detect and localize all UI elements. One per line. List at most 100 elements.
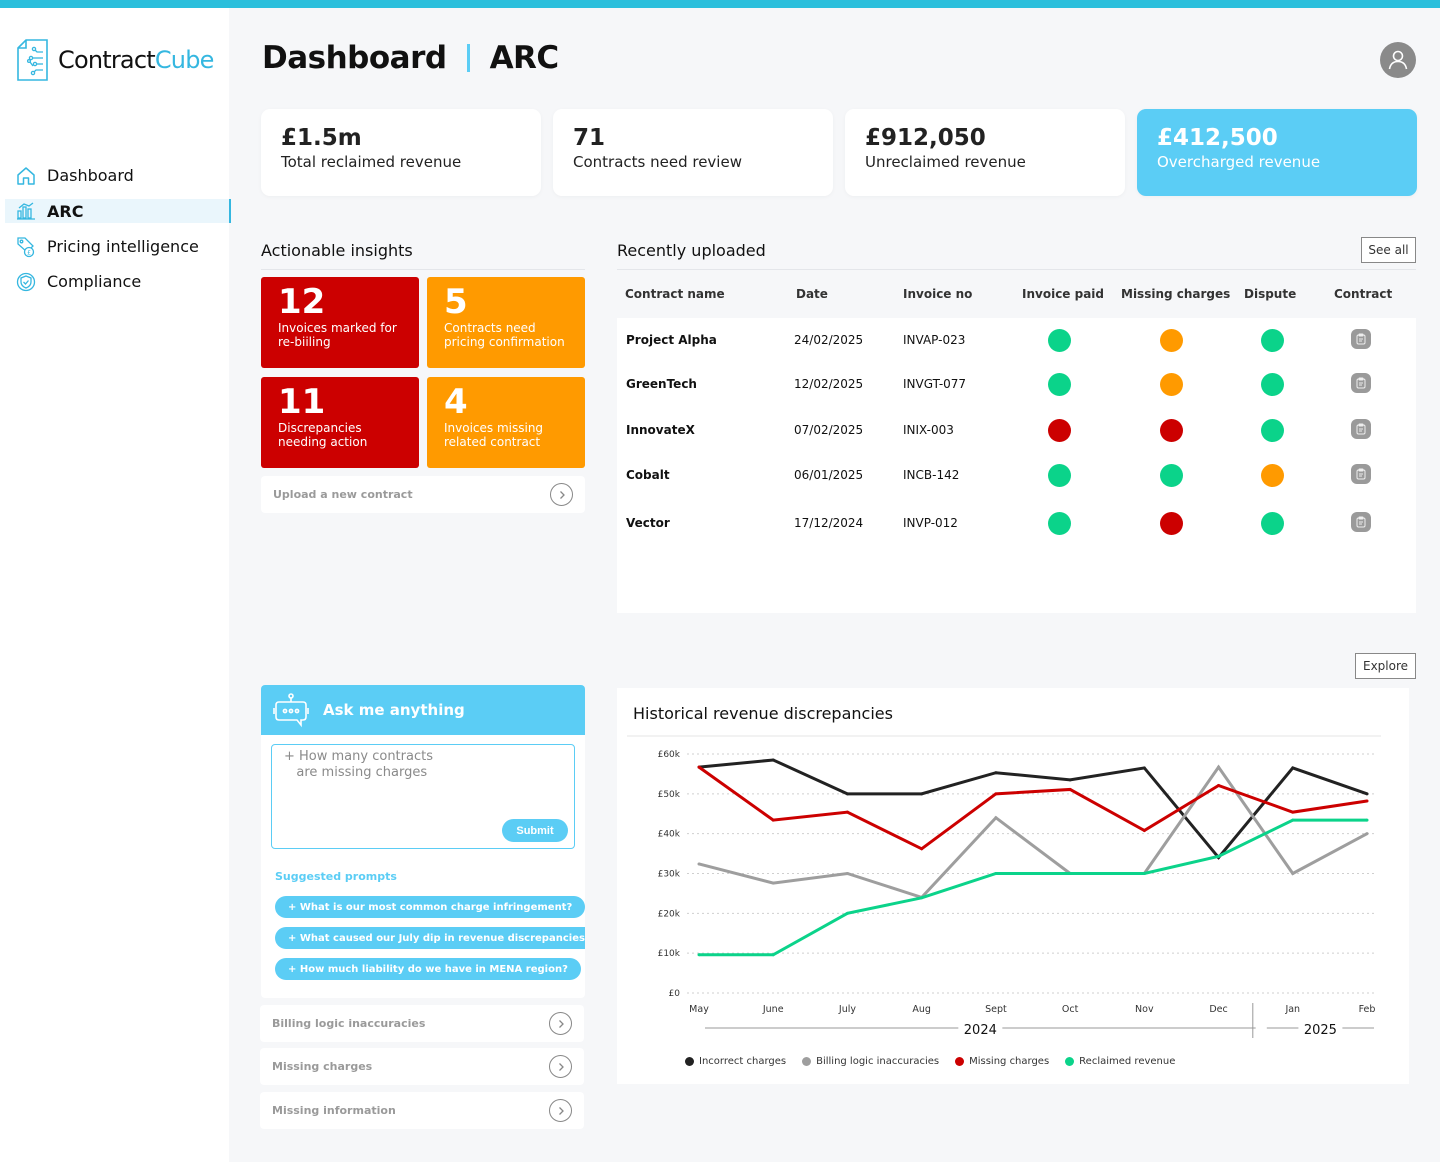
price-tag-icon: £ [16,236,36,257]
series-line-reclaimed-revenue [699,818,1367,957]
x-tick-label: Feb [1359,1004,1376,1015]
sidebar-nav: Dashboard ARC £ Pricing intelligence Com… [0,158,231,299]
y-tick-label: £60k [658,750,681,760]
table-row[interactable]: Vector 17/12/2024 INVP-012 [617,512,1416,536]
kpi-contracts-review[interactable]: 71 Contracts need review [553,109,833,196]
suggested-prompt-chip[interactable]: + How much liability do we have in MENA … [275,958,581,980]
legend-swatch [955,1057,965,1066]
legend-label: Missing charges [969,1056,1050,1067]
kpi-label: Total reclaimed revenue [281,153,462,171]
data-point-missing-charges [771,818,775,822]
x-tick-label: Oct [1062,1004,1079,1015]
ask-header: Ask me anything [261,685,585,735]
suggested-prompt-chip[interactable]: + What caused our July dip in revenue di… [275,927,585,949]
contract-document-icon[interactable] [1351,373,1371,393]
x-tick-label: July [838,1004,856,1015]
col-dispute[interactable]: Dispute [1244,287,1296,301]
cell-date: 24/02/2025 [794,333,864,347]
table-row[interactable]: GreenTech 12/02/2025 INVGT-077 [617,373,1416,397]
cell-invoice-no: INVAP-023 [903,333,966,347]
tile-pricing-confirmation[interactable]: 5 Contracts need pricing confirmation [427,277,585,368]
data-point-missing-charges [1068,787,1072,791]
sidebar-item-pricing-intelligence[interactable]: £ Pricing intelligence [0,229,229,264]
avatar[interactable] [1380,42,1416,78]
data-point-reclaimed-revenue [845,911,849,915]
data-point-billing-logic-inaccuracies [1291,872,1295,875]
tile-number: 5 [444,282,468,322]
sidebar-item-arc[interactable]: ARC [5,199,231,223]
category-missing-information[interactable]: Missing information [260,1092,584,1129]
cell-contract-name: Vector [626,516,670,530]
upload-contract-label: Upload a new contract [273,488,413,501]
contract-document-icon[interactable] [1351,419,1371,439]
data-point-incorrect-charges [1068,778,1072,782]
sidebar-item-dashboard[interactable]: Dashboard [0,158,229,193]
y-tick-label: £10k [658,949,681,959]
col-contract[interactable]: Contract [1334,287,1392,301]
ask-title: Ask me anything [323,701,465,719]
legend-item[interactable]: Billing logic inaccuracies [802,1056,939,1067]
data-point-billing-logic-inaccuracies [1217,765,1221,769]
kpi-unreclaimed[interactable]: £912,050 Unreclaimed revenue [845,109,1125,196]
legend-label: Reclaimed revenue [1079,1056,1176,1067]
data-point-missing-charges [1365,799,1369,803]
col-contract-name[interactable]: Contract name [625,287,725,301]
table-row[interactable]: Project Alpha 24/02/2025 INVAP-023 [617,329,1416,353]
data-point-incorrect-charges [1142,766,1146,770]
legend-item[interactable]: Missing charges [955,1056,1049,1067]
legend-item[interactable]: Incorrect charges [685,1056,786,1067]
contract-document-icon[interactable] [1351,464,1371,484]
cell-date: 07/02/2025 [794,423,864,437]
legend-swatch [685,1057,694,1066]
see-all-button[interactable]: See all [1361,237,1416,263]
col-date[interactable]: Date [796,287,828,301]
status-dispute [1261,419,1284,442]
legend-item[interactable]: Reclaimed revenue [1065,1056,1175,1067]
kpi-total-reclaimed[interactable]: £1.5m Total reclaimed revenue [261,109,541,196]
status-dispute [1261,464,1284,487]
contract-document-icon[interactable] [1351,512,1371,532]
col-invoice-no[interactable]: Invoice no [903,287,972,301]
status-invoice-paid [1048,464,1071,487]
suggested-prompt-chip[interactable]: + What is our most common charge infring… [275,896,585,918]
cell-contract-name: Cobalt [626,468,670,482]
kpi-label: Contracts need review [573,153,742,171]
upload-contract-link[interactable]: Upload a new contract [261,476,585,513]
kpi-value: 71 [573,125,606,151]
x-tick-label: Jan [1284,1004,1300,1015]
explore-button[interactable]: Explore [1355,653,1416,679]
chevron-right-icon [549,1012,572,1035]
data-point-incorrect-charges [994,771,998,775]
category-billing-logic[interactable]: Billing logic inaccuracies [260,1005,584,1042]
table-row[interactable]: Cobalt 06/01/2025 INCB-142 [617,464,1416,488]
col-missing-charges[interactable]: Missing charges [1121,287,1230,301]
page-title-main: Dashboard [262,40,447,76]
sidebar-item-compliance[interactable]: Compliance [0,264,229,299]
tile-rebilling[interactable]: 12 Invoices marked for re-biiling [261,277,419,368]
kpi-label: Unreclaimed revenue [865,153,1026,171]
tile-text: Contracts need pricing confirmation [444,321,565,349]
table-row[interactable]: InnovateX 07/02/2025 INIX-003 [617,419,1416,443]
tile-missing-contract[interactable]: 4 Invoices missing related contract [427,377,585,468]
shield-check-icon [16,272,36,292]
tile-discrepancies[interactable]: 11 Discrepancies needing action [261,377,419,468]
table-body: Project Alpha 24/02/2025 INVAP-023 Green… [617,318,1416,613]
tile-text: Discrepancies needing action [278,421,368,449]
home-icon [16,166,36,186]
col-invoice-paid[interactable]: Invoice paid [1022,287,1104,301]
contract-document-icon[interactable] [1351,329,1371,349]
status-invoice-paid [1048,329,1071,352]
data-point-incorrect-charges [845,792,849,796]
ask-panel: Ask me anything Submit Suggested prompts… [261,685,585,998]
data-point-incorrect-charges [771,758,775,762]
status-invoice-paid [1048,373,1071,396]
insights-divider [261,269,585,270]
submit-button[interactable]: Submit [502,819,568,842]
kpi-overcharged[interactable]: £412,500 Overcharged revenue [1137,109,1417,196]
cell-contract-name: Project Alpha [626,333,717,347]
data-point-missing-charges [1291,810,1295,814]
category-missing-charges[interactable]: Missing charges [260,1048,584,1085]
y-tick-label: £0 [669,989,681,999]
y-tick-label: £30k [658,870,681,880]
logo[interactable]: ContractCube [16,38,214,82]
